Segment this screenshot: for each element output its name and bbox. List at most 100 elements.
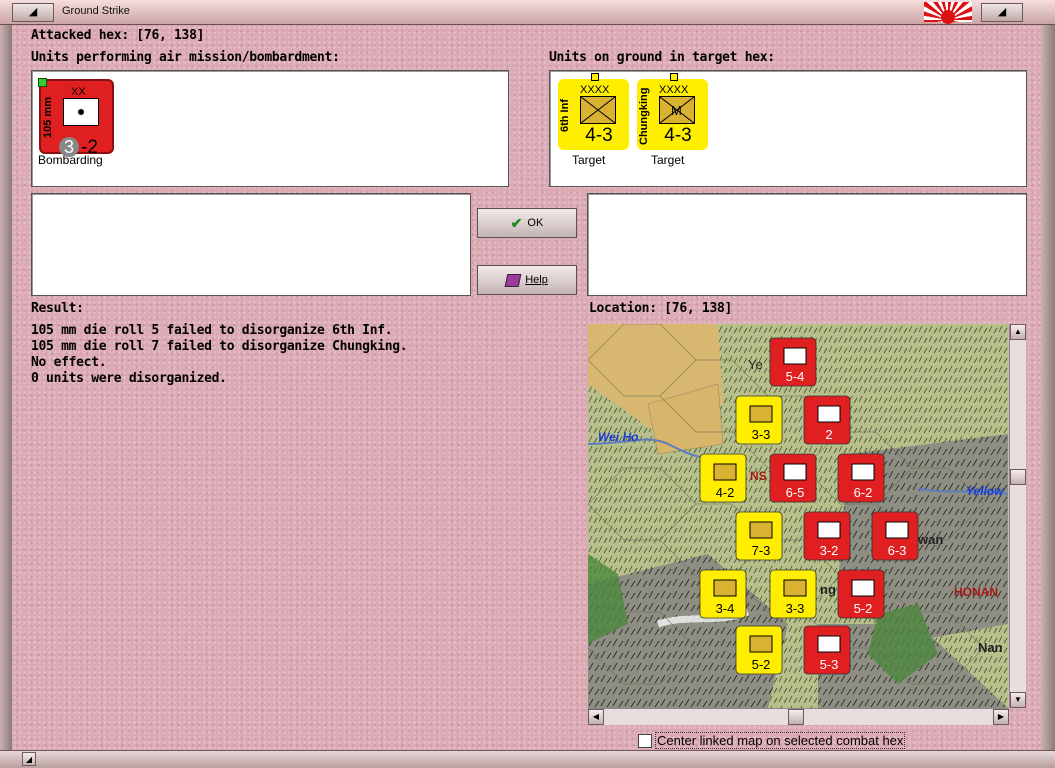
attacked-hex-value: [76, 138] xyxy=(136,28,205,43)
map-unit-counter[interactable]: 7-3 xyxy=(735,511,783,561)
result-log: 105 mm die roll 5 failed to disorganize … xyxy=(31,323,408,387)
unit-strength: 4-3 xyxy=(585,125,613,146)
map-unit-strength: 3-4 xyxy=(716,601,735,616)
hex-map: Wei Ho Yellow Ye wan ng HONAN Nan NS 5-4… xyxy=(588,324,1008,708)
scroll-down-arrow-icon[interactable]: ▼ xyxy=(1010,692,1026,708)
air-units-panel: 105 mm XX 3 -2 Bombarding xyxy=(31,70,509,187)
status-marker-icon xyxy=(38,78,47,87)
center-map-label[interactable]: Center linked map on selected combat hex xyxy=(655,732,906,749)
map-unit-symbol-icon xyxy=(749,405,773,423)
system-menu-button[interactable]: ◢ xyxy=(12,3,54,22)
map-unit-counter[interactable]: 2 xyxy=(803,395,851,445)
map-unit-strength: 6-2 xyxy=(854,485,873,500)
map-unit-counter[interactable]: 3-2 xyxy=(803,511,851,561)
rising-sun-flag-icon xyxy=(924,2,972,24)
map-unit-strength: 5-3 xyxy=(820,657,839,672)
unit-name: 105 mm xyxy=(42,97,54,139)
map-unit-counter[interactable]: 3-3 xyxy=(769,569,817,619)
unit-type-mark: M xyxy=(671,103,682,118)
result-heading: Result: xyxy=(31,301,84,316)
artillery-symbol-icon xyxy=(63,98,99,126)
map-unit-counter[interactable]: 4-2 xyxy=(699,453,747,503)
map-unit-symbol-icon xyxy=(713,579,737,597)
mountain-infantry-symbol-icon: M xyxy=(659,96,695,124)
status-marker-icon xyxy=(670,73,678,81)
map-label-honan: HONAN xyxy=(954,585,998,599)
map-horizontal-scrollbar[interactable]: ◀ ▶ xyxy=(588,708,1009,725)
map-unit-counter[interactable]: 6-3 xyxy=(871,511,919,561)
window-frame-left xyxy=(0,25,12,750)
resize-grip-icon[interactable]: ◢ xyxy=(22,752,36,766)
infantry-symbol-icon xyxy=(580,96,616,124)
title-bar: ◢ Ground Strike ◢ xyxy=(0,0,1055,25)
map-unit-symbol-icon xyxy=(817,521,841,539)
map-unit-symbol-icon xyxy=(851,579,875,597)
checkmark-icon: ✔ xyxy=(510,214,523,231)
attacked-hex-label: Attacked hex: [76, 138] xyxy=(31,28,205,43)
help-button[interactable]: Help xyxy=(477,265,577,295)
unit-name: 6th Inf xyxy=(559,99,571,133)
map-unit-counter[interactable]: 5-3 xyxy=(803,625,851,675)
attacker-info-panel xyxy=(31,193,471,296)
center-map-checkbox[interactable] xyxy=(638,734,652,748)
air-unit-counter[interactable]: 105 mm XX 3 -2 xyxy=(38,78,114,158)
map-vertical-scrollbar[interactable]: ▲ ▼ xyxy=(1009,324,1026,708)
map-unit-strength: 3-2 xyxy=(820,543,839,558)
map-label-ns: NS xyxy=(750,469,767,483)
map-unit-counter[interactable]: 6-5 xyxy=(769,453,817,503)
map-unit-strength: 6-3 xyxy=(888,543,907,558)
map-unit-counter[interactable]: 5-4 xyxy=(769,337,817,387)
air-unit-status: Bombarding xyxy=(38,153,103,167)
unit-size: XX xyxy=(71,86,86,98)
map-unit-counter[interactable]: 5-2 xyxy=(837,569,885,619)
result-line: No effect. xyxy=(31,355,107,370)
map-label-ng: ng xyxy=(820,582,836,597)
map-unit-counter[interactable]: 3-3 xyxy=(735,395,783,445)
unit-size: XXXX xyxy=(580,84,610,96)
air-units-heading: Units performing air mission/bombardment… xyxy=(31,50,340,65)
map-unit-symbol-icon xyxy=(817,635,841,653)
map-unit-symbol-icon xyxy=(851,463,875,481)
map-unit-counter[interactable]: 6-2 xyxy=(837,453,885,503)
ground-unit-status: Target xyxy=(651,153,685,167)
hex-map-view[interactable]: Wei Ho Yellow Ye wan ng HONAN Nan NS 5-4… xyxy=(588,324,1008,708)
scroll-up-arrow-icon[interactable]: ▲ xyxy=(1010,324,1026,340)
ground-units-panel: 6th Inf XXXX 4-3 Target Chungking XXXX M… xyxy=(549,70,1027,187)
unit-strength: 4-3 xyxy=(664,125,692,146)
vertical-scroll-thumb[interactable] xyxy=(1010,469,1026,485)
location-label: Location: [76, 138] xyxy=(589,301,733,316)
minimize-button[interactable]: ◢ xyxy=(981,3,1023,22)
map-unit-symbol-icon xyxy=(783,463,807,481)
result-line: 105 mm die roll 7 failed to disorganize … xyxy=(31,339,408,354)
help-book-icon xyxy=(504,273,522,287)
scroll-left-arrow-icon[interactable]: ◀ xyxy=(588,709,604,725)
map-unit-symbol-icon xyxy=(713,463,737,481)
unit-size: XXXX xyxy=(659,84,689,96)
map-unit-strength: 5-2 xyxy=(752,657,771,672)
ground-unit-counter[interactable]: 6th Inf XXXX 4-3 xyxy=(558,73,629,150)
map-unit-strength: 4-2 xyxy=(716,485,735,500)
map-unit-strength: 2 xyxy=(825,427,832,442)
ground-unit-counter[interactable]: Chungking XXXX M 4-3 xyxy=(637,73,708,150)
map-unit-symbol-icon xyxy=(749,521,773,539)
ok-button[interactable]: ✔ OK xyxy=(477,208,577,238)
ground-units-heading: Units on ground in target hex: xyxy=(549,50,775,65)
map-unit-counter[interactable]: 3-4 xyxy=(699,569,747,619)
map-unit-strength: 7-3 xyxy=(752,543,771,558)
map-unit-strength: 6-5 xyxy=(786,485,805,500)
map-unit-strength: 3-3 xyxy=(786,601,805,616)
scroll-right-arrow-icon[interactable]: ▶ xyxy=(993,709,1009,725)
window-title: Ground Strike xyxy=(62,5,130,17)
map-label-nan: Nan xyxy=(978,640,1003,655)
status-marker-icon xyxy=(591,73,599,81)
map-unit-strength: 3-3 xyxy=(752,427,771,442)
map-label-yellow: Yellow xyxy=(966,484,1004,498)
result-line: 105 mm die roll 5 failed to disorganize … xyxy=(31,323,393,338)
result-line: 0 units were disorganized. xyxy=(31,371,227,386)
horizontal-scroll-thumb[interactable] xyxy=(788,709,804,725)
status-bar: ◢ xyxy=(0,750,1055,768)
map-unit-strength: 5-2 xyxy=(854,601,873,616)
map-unit-symbol-icon xyxy=(783,579,807,597)
map-unit-counter[interactable]: 5-2 xyxy=(735,625,783,675)
map-unit-symbol-icon xyxy=(783,347,807,365)
